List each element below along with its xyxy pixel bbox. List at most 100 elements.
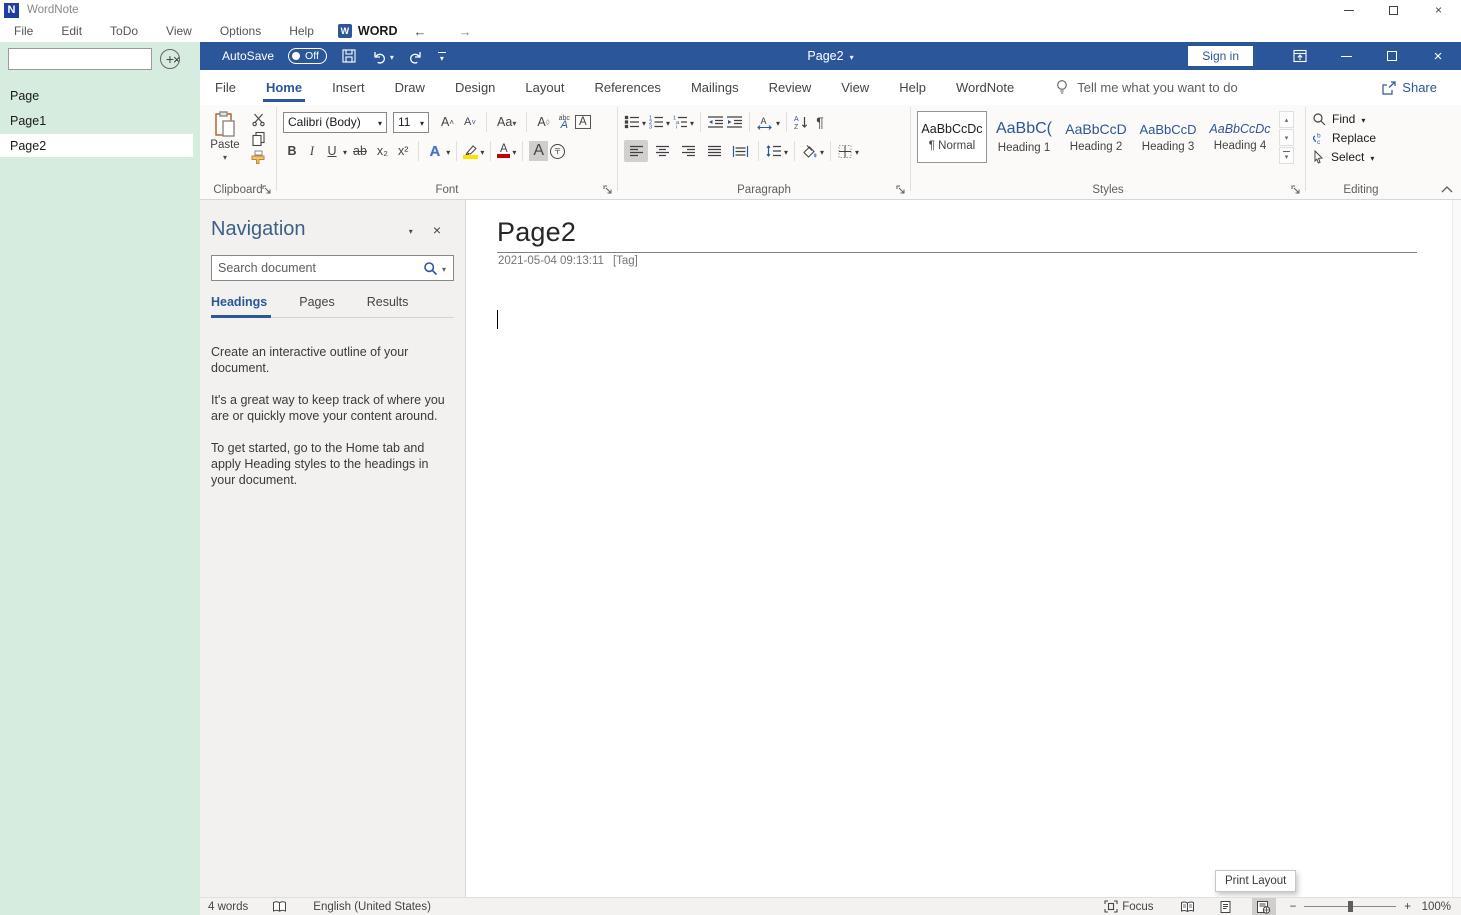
grow-font-button[interactable]: A˄: [437, 113, 458, 131]
format-painter-button[interactable]: [250, 150, 266, 165]
tab-design[interactable]: Design: [440, 71, 510, 104]
borders-button[interactable]: [837, 144, 853, 159]
tab-review[interactable]: Review: [754, 71, 827, 104]
character-border-button[interactable]: A: [575, 115, 591, 129]
focus-mode-button[interactable]: Focus: [1092, 900, 1165, 913]
copy-button[interactable]: [250, 131, 266, 146]
back-arrow-button[interactable]: ←: [397, 24, 442, 39]
numbering-dropdown-icon[interactable]: [666, 113, 670, 131]
document-title-dropdown[interactable]: Page2: [807, 49, 853, 63]
bullets-button[interactable]: [624, 114, 640, 130]
italic-button[interactable]: I: [303, 142, 321, 161]
menu-edit[interactable]: Edit: [47, 24, 96, 38]
font-dialog-launcher[interactable]: [603, 185, 613, 195]
language-status[interactable]: English (United States): [299, 901, 443, 913]
search-options-dropdown-icon[interactable]: [438, 259, 453, 277]
text-effects-dropdown-icon[interactable]: [446, 142, 450, 160]
read-mode-button[interactable]: [1176, 898, 1200, 915]
align-right-button[interactable]: [676, 140, 700, 162]
multilevel-list-button[interactable]: 1 a i: [672, 114, 688, 130]
underline-dropdown-icon[interactable]: [343, 142, 347, 160]
character-shading-button[interactable]: A: [529, 141, 548, 161]
menu-file[interactable]: File: [0, 24, 47, 38]
styles-scroll-up-button[interactable]: ▴: [1279, 111, 1294, 128]
tab-help[interactable]: Help: [884, 71, 941, 104]
menu-view[interactable]: View: [152, 24, 206, 38]
tab-draw[interactable]: Draw: [380, 71, 440, 104]
document-tag[interactable]: [Tag]: [613, 255, 638, 267]
enclose-characters-button[interactable]: 〒: [550, 144, 565, 159]
styles-dialog-launcher[interactable]: [1291, 185, 1301, 195]
shrink-font-button[interactable]: A˅: [460, 114, 480, 130]
word-close-button[interactable]: ×: [1415, 42, 1461, 70]
style-heading2[interactable]: AaBbCcD Heading 2: [1061, 111, 1131, 163]
numbering-button[interactable]: 1 2 3: [648, 114, 664, 130]
paste-button[interactable]: Paste: [206, 109, 244, 180]
proofing-status-button[interactable]: [260, 900, 299, 913]
zoom-out-button[interactable]: −: [1290, 901, 1297, 913]
page-list-item-selected[interactable]: Page2: [0, 134, 193, 157]
zoom-in-button[interactable]: +: [1404, 901, 1411, 913]
subscript-button[interactable]: x₂: [373, 142, 392, 160]
justify-button[interactable]: [702, 140, 726, 162]
tab-view[interactable]: View: [826, 71, 884, 104]
navigation-close-button[interactable]: ×: [423, 222, 451, 238]
highlight-dropdown-icon[interactable]: [480, 142, 484, 160]
web-layout-button[interactable]: [1252, 898, 1276, 915]
save-button[interactable]: [341, 48, 357, 64]
word-document-tab[interactable]: W WORD: [338, 24, 398, 38]
bold-button[interactable]: B: [283, 142, 301, 160]
document-title-text[interactable]: Page2: [497, 217, 576, 248]
tab-layout[interactable]: Layout: [510, 71, 579, 104]
nav-tab-pages[interactable]: Pages: [299, 295, 342, 317]
font-color-button[interactable]: A: [497, 144, 510, 158]
page-list-item[interactable]: Page1: [0, 109, 200, 133]
forward-arrow-button[interactable]: →: [442, 24, 487, 39]
style-heading4[interactable]: AaBbCcDc Heading 4: [1205, 111, 1275, 163]
align-left-button[interactable]: [624, 140, 648, 162]
decrease-indent-button[interactable]: [707, 115, 724, 129]
asian-layout-dropdown-icon[interactable]: [776, 113, 780, 131]
underline-button[interactable]: U: [323, 142, 341, 160]
word-maximize-button[interactable]: [1369, 42, 1415, 70]
undo-dropdown-icon[interactable]: [390, 49, 394, 63]
add-page-button[interactable]: +: [160, 49, 180, 69]
undo-button[interactable]: [371, 49, 394, 64]
menu-options[interactable]: Options: [206, 24, 275, 38]
navigation-options-dropdown[interactable]: [399, 223, 423, 237]
tab-mailings[interactable]: Mailings: [676, 71, 754, 104]
zoom-slider-thumb[interactable]: [1348, 901, 1353, 912]
zoom-level[interactable]: 100%: [1421, 901, 1461, 913]
menu-help[interactable]: Help: [275, 24, 328, 38]
clipboard-dialog-launcher[interactable]: [262, 185, 272, 195]
document-canvas[interactable]: Page2 2021-05-04 09:13:11[Tag]: [466, 200, 1461, 897]
line-spacing-dropdown-icon[interactable]: [784, 142, 788, 160]
shading-dropdown-icon[interactable]: [820, 142, 824, 160]
distribute-button[interactable]: [728, 140, 752, 162]
show-formatting-marks-button[interactable]: ¶: [811, 112, 829, 132]
select-button[interactable]: Select: [1312, 150, 1376, 164]
borders-dropdown-icon[interactable]: [855, 142, 859, 160]
page-list-item[interactable]: Page: [0, 84, 200, 108]
zoom-slider[interactable]: [1304, 906, 1396, 907]
share-button[interactable]: Share: [1371, 76, 1447, 99]
superscript-button[interactable]: x²: [394, 142, 412, 160]
phonetic-guide-button[interactable]: abc A: [556, 115, 573, 129]
style-heading3[interactable]: AaBbCcD Heading 3: [1133, 111, 1203, 163]
sign-in-button[interactable]: Sign in: [1188, 46, 1253, 66]
multilevel-dropdown-icon[interactable]: [690, 113, 694, 131]
asian-layout-button[interactable]: A: [756, 115, 774, 130]
tab-home[interactable]: Home: [251, 71, 317, 104]
styles-scroll-down-button[interactable]: ▾: [1279, 129, 1294, 146]
app-maximize-button[interactable]: [1371, 0, 1416, 20]
search-icon[interactable]: [423, 261, 438, 276]
ribbon-display-options-button[interactable]: [1277, 42, 1323, 70]
text-highlight-button[interactable]: [463, 144, 478, 159]
font-color-dropdown-icon[interactable]: [512, 142, 516, 160]
find-button[interactable]: Find: [1312, 112, 1376, 126]
increase-indent-button[interactable]: [726, 115, 743, 129]
font-size-select[interactable]: 11: [393, 112, 429, 133]
word-minimize-button[interactable]: [1323, 42, 1369, 70]
paragraph-dialog-launcher[interactable]: [896, 185, 906, 195]
tab-insert[interactable]: Insert: [317, 71, 380, 104]
